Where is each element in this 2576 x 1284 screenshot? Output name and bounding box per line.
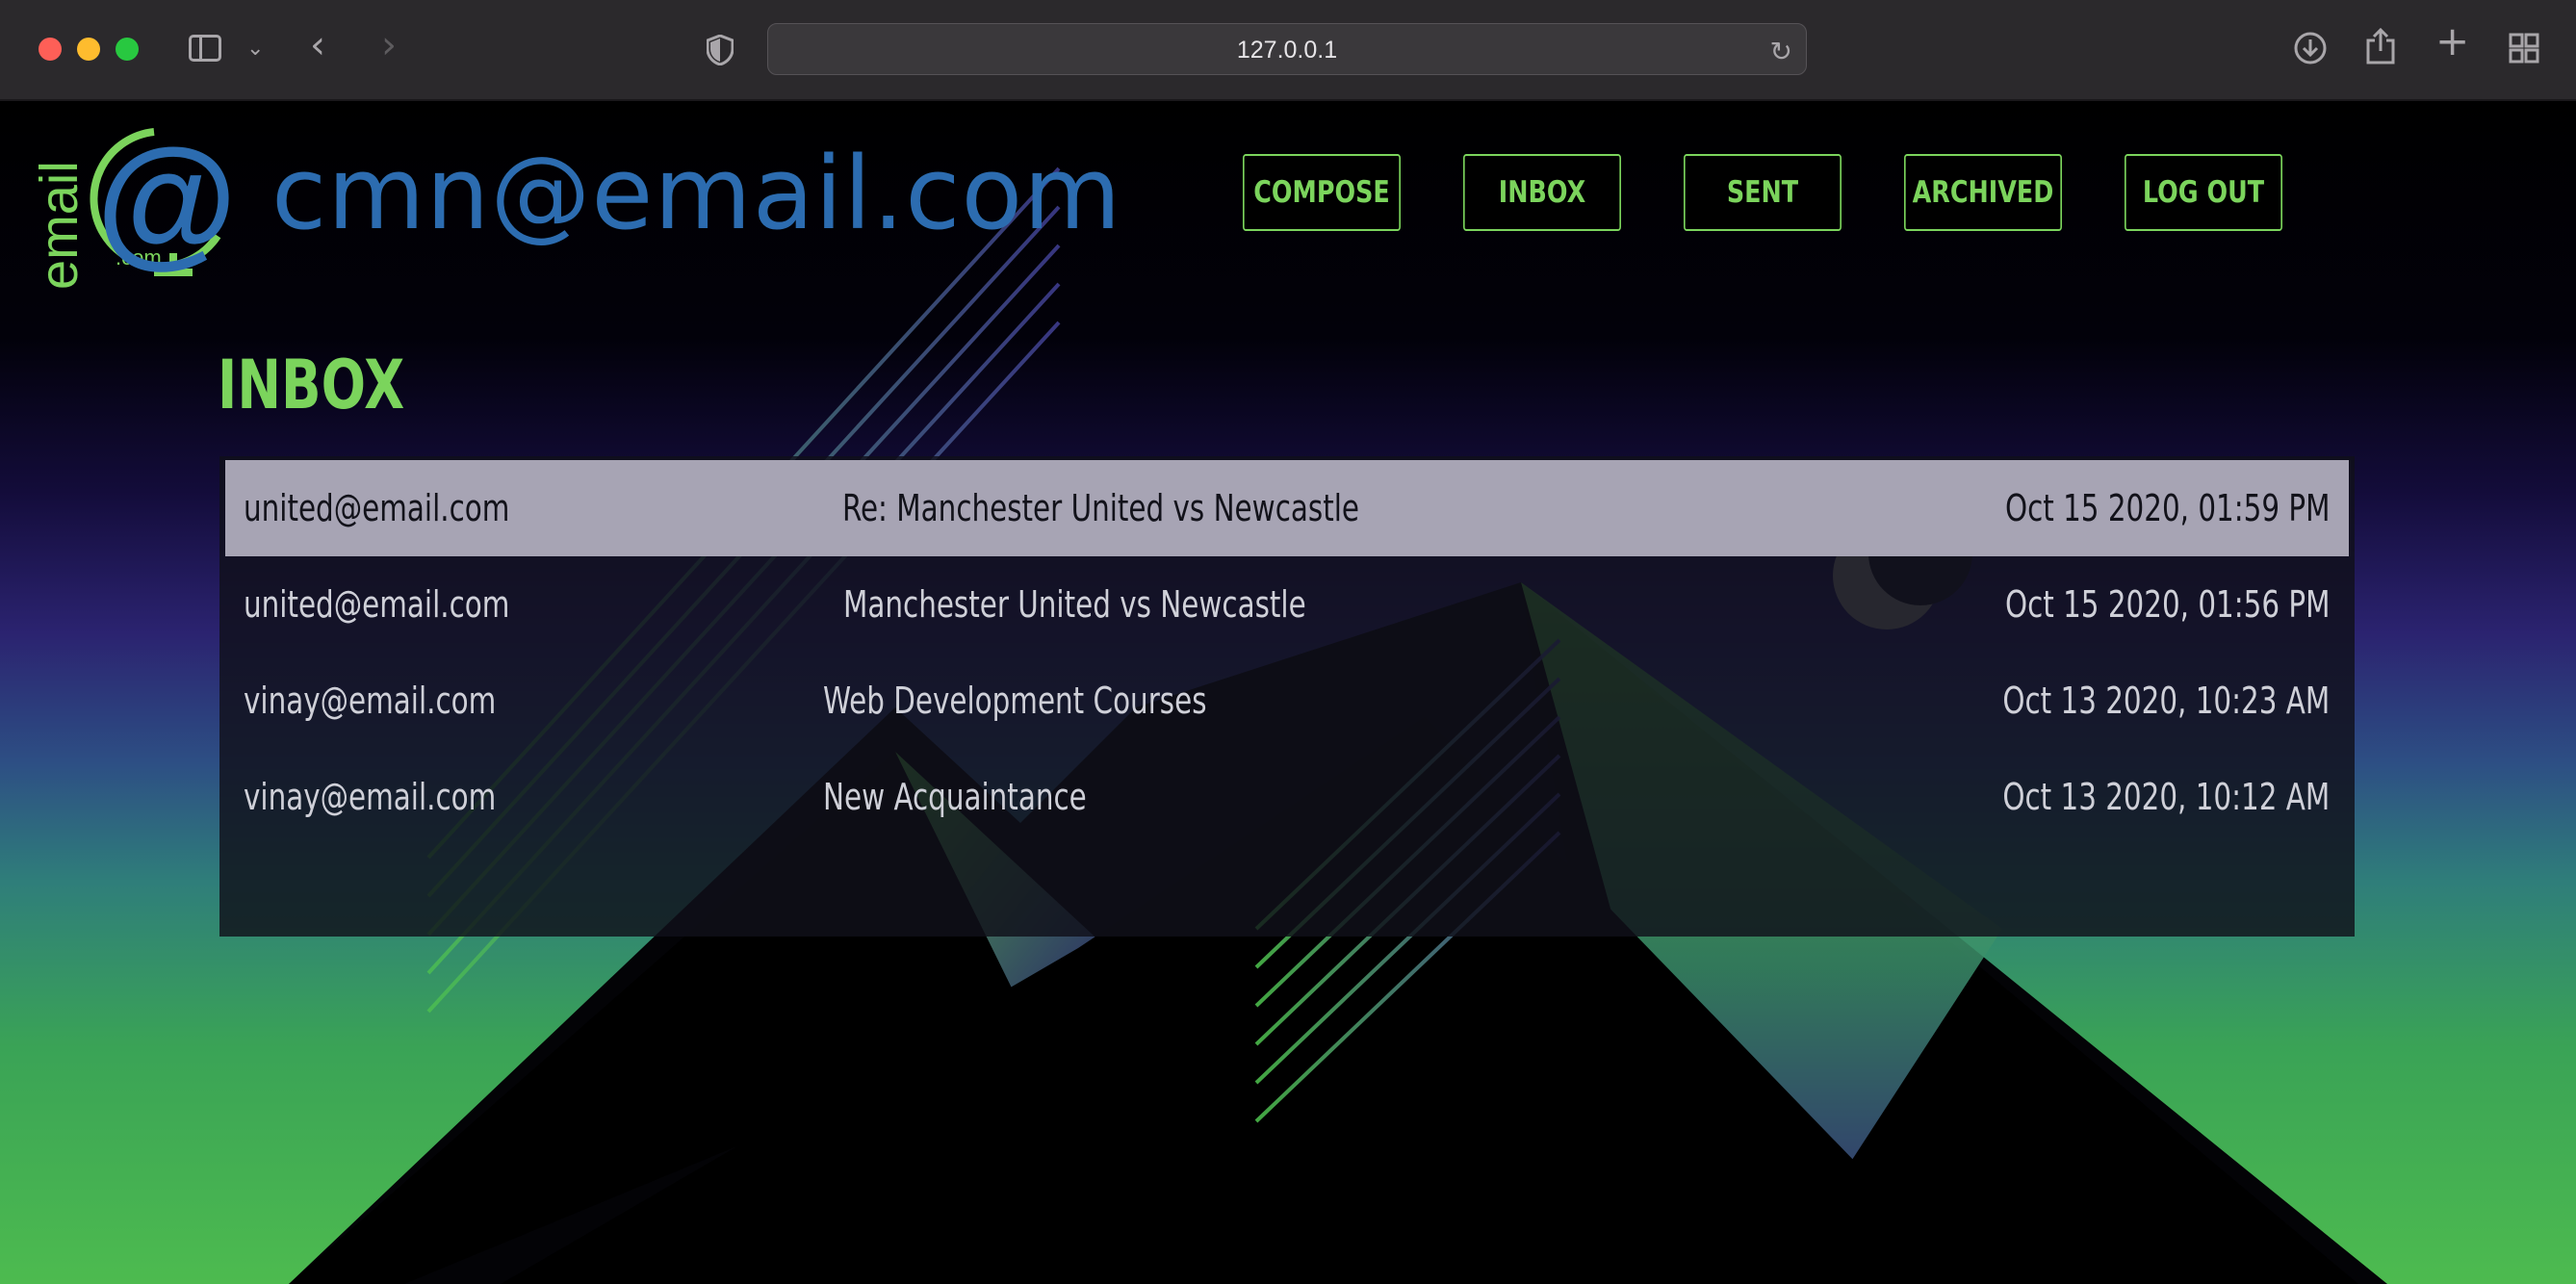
email-sender: united@email.com	[244, 487, 510, 529]
email-timestamp: Oct 15 2020, 01:56 PM	[2004, 583, 2330, 626]
email-sender: vinay@email.com	[244, 680, 497, 722]
browser-toolbar: ⌄ ‹ › 127.0.0.1 ↻ +	[0, 0, 2576, 101]
privacy-shield-icon[interactable]	[707, 35, 734, 65]
email-list: united@email.com Re: Manchester United v…	[219, 456, 2355, 937]
mailbox-title: INBOX	[218, 346, 405, 424]
logo-at-symbol: @	[96, 120, 237, 280]
address-bar[interactable]: 127.0.0.1 ↻	[767, 23, 1807, 75]
email-sender: united@email.com	[244, 583, 510, 626]
current-user-email: cmn@email.com	[271, 135, 1122, 252]
email-timestamp: Oct 15 2020, 01:59 PM	[2004, 487, 2330, 529]
close-window-button[interactable]	[39, 38, 62, 61]
reload-icon[interactable]: ↻	[1770, 36, 1792, 67]
address-text: 127.0.0.1	[1236, 37, 1338, 64]
inbox-button[interactable]: INBOX	[1463, 154, 1621, 231]
logout-button[interactable]: LOG OUT	[2125, 154, 2282, 231]
email-row[interactable]: united@email.com Re: Manchester United v…	[225, 460, 2349, 556]
sent-button[interactable]: SENT	[1684, 154, 1842, 231]
download-icon[interactable]	[2293, 31, 2328, 65]
email-row[interactable]: united@email.com Manchester United vs Ne…	[219, 556, 2355, 653]
email-sender: vinay@email.com	[244, 776, 497, 818]
new-tab-icon[interactable]: +	[2435, 21, 2469, 62]
sidebar-toggle-icon[interactable]	[189, 35, 221, 62]
back-arrow-icon[interactable]: ‹	[310, 26, 325, 64]
email-row[interactable]: vinay@email.com New Acquaintance Oct 13 …	[219, 749, 2355, 845]
archived-button[interactable]: ARCHIVED	[1904, 154, 2062, 231]
email-subject: Web Development Courses	[823, 680, 1207, 722]
mail-app-page: email .com @ cmn@email.com COMPOSE INBOX…	[0, 101, 2576, 1284]
email-timestamp: Oct 13 2020, 10:23 AM	[2002, 680, 2330, 722]
email-subject: Manchester United vs Newcastle	[843, 583, 1306, 626]
email-row[interactable]: vinay@email.com Web Development Courses …	[219, 653, 2355, 749]
email-timestamp: Oct 13 2020, 10:12 AM	[2002, 776, 2330, 818]
email-subject: New Acquaintance	[823, 776, 1087, 818]
logo-text: email	[39, 161, 89, 290]
chevron-down-icon[interactable]: ⌄	[246, 35, 264, 64]
tab-overview-icon[interactable]	[2509, 33, 2539, 64]
zoom-window-button[interactable]	[116, 38, 139, 61]
compose-button[interactable]: COMPOSE	[1243, 154, 1401, 231]
forward-arrow-icon[interactable]: ›	[381, 26, 397, 64]
share-icon[interactable]	[2364, 27, 2397, 65]
email-logo: email .com @	[39, 120, 237, 290]
minimize-window-button[interactable]	[77, 38, 100, 61]
email-subject: Re: Manchester United vs Newcastle	[842, 487, 1359, 529]
